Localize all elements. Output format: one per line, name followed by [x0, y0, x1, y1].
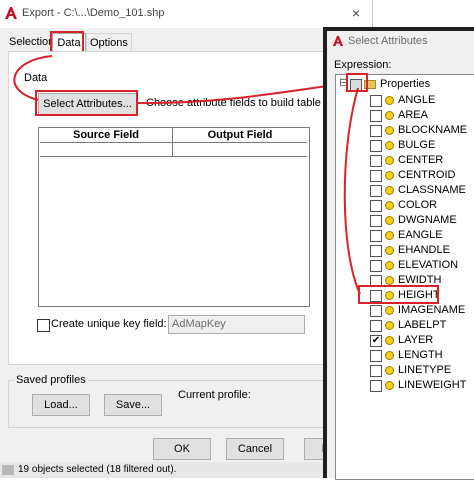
- annotation-connector-2: [343, 87, 361, 295]
